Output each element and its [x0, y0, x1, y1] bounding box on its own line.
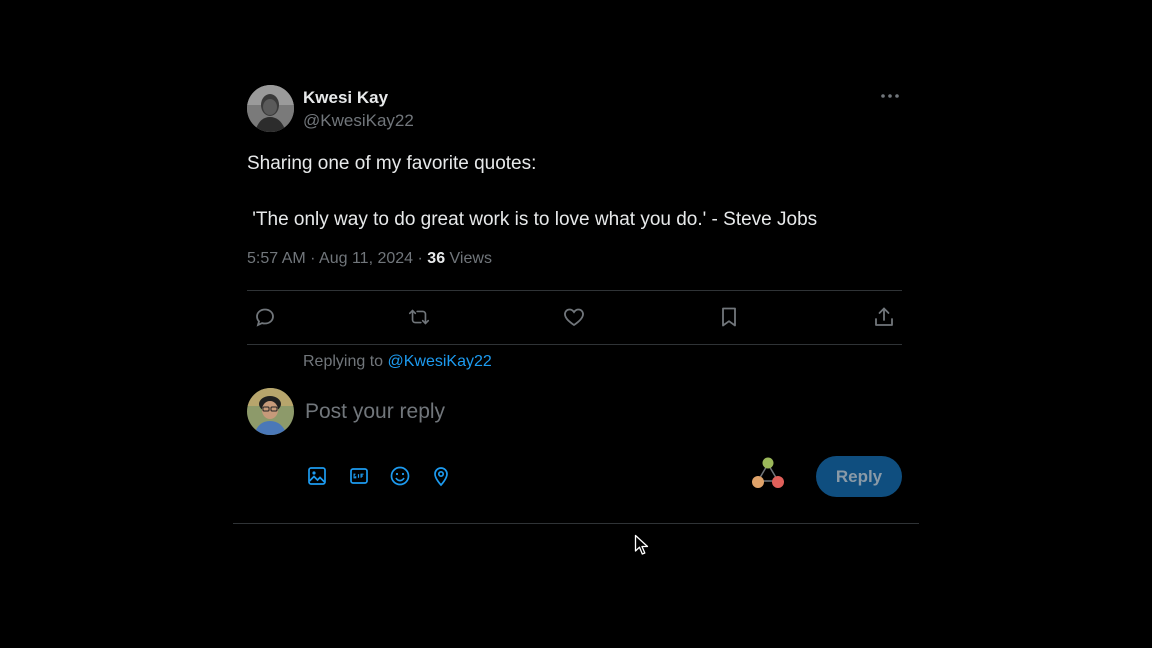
replying-to-label: Replying to	[303, 353, 384, 370]
replying-to-handle-link[interactable]: @KwesiKay22	[388, 353, 492, 370]
tweet-actions	[247, 291, 902, 344]
mouse-cursor-icon	[634, 534, 649, 555]
tweet: Kwesi Kay @KwesiKay22 Sharing one of my …	[247, 84, 902, 345]
tweet-text-line: Sharing one of my favorite quotes:	[247, 153, 537, 174]
tweet-meta: 5:57 AM · Aug 11, 2024 · 36 Views	[247, 250, 492, 267]
divider	[233, 523, 919, 524]
author-handle[interactable]: @KwesiKay22	[303, 111, 414, 131]
gif-icon	[350, 468, 368, 484]
like-button[interactable]	[562, 305, 586, 329]
circles-icon[interactable]	[749, 456, 787, 490]
tweet-date[interactable]: Aug 11, 2024	[319, 250, 413, 267]
reply-action-button[interactable]	[253, 305, 277, 329]
emoji-icon	[390, 466, 410, 486]
heart-icon	[564, 308, 584, 327]
tweet-header: Kwesi Kay @KwesiKay22	[247, 84, 902, 134]
author-avatar[interactable]	[247, 85, 294, 132]
share-button[interactable]	[872, 305, 896, 329]
reply-input[interactable]	[305, 396, 725, 428]
share-icon	[875, 307, 893, 326]
current-user-avatar[interactable]	[247, 388, 294, 435]
add-media-button[interactable]	[306, 465, 328, 487]
bookmark-button[interactable]	[717, 305, 741, 329]
divider	[247, 344, 902, 345]
tweet-text-line: 'The only way to do great work is to lov…	[247, 209, 818, 230]
bookmark-icon	[722, 307, 736, 327]
tweet-text: Sharing one of my favorite quotes: 'The …	[247, 150, 902, 234]
location-pin-icon	[434, 467, 448, 487]
add-gif-button[interactable]	[348, 465, 370, 487]
views-count: 36	[427, 250, 446, 267]
repost-button[interactable]	[407, 305, 431, 329]
add-location-button[interactable]	[430, 465, 452, 487]
reply-icon	[256, 308, 274, 327]
more-icon	[881, 94, 899, 98]
image-icon	[308, 467, 326, 485]
author-name[interactable]: Kwesi Kay	[303, 88, 388, 108]
repost-icon	[408, 309, 430, 325]
replying-to: Replying to @KwesiKay22	[303, 353, 492, 371]
views-label: Views	[449, 250, 492, 267]
reply-button[interactable]: Reply	[816, 456, 902, 497]
add-emoji-button[interactable]	[389, 465, 411, 487]
x-post-detail-screen: Kwesi Kay @KwesiKay22 Sharing one of my …	[0, 0, 1152, 648]
more-options-button[interactable]	[878, 84, 902, 108]
tweet-time[interactable]: 5:57 AM	[247, 250, 306, 267]
